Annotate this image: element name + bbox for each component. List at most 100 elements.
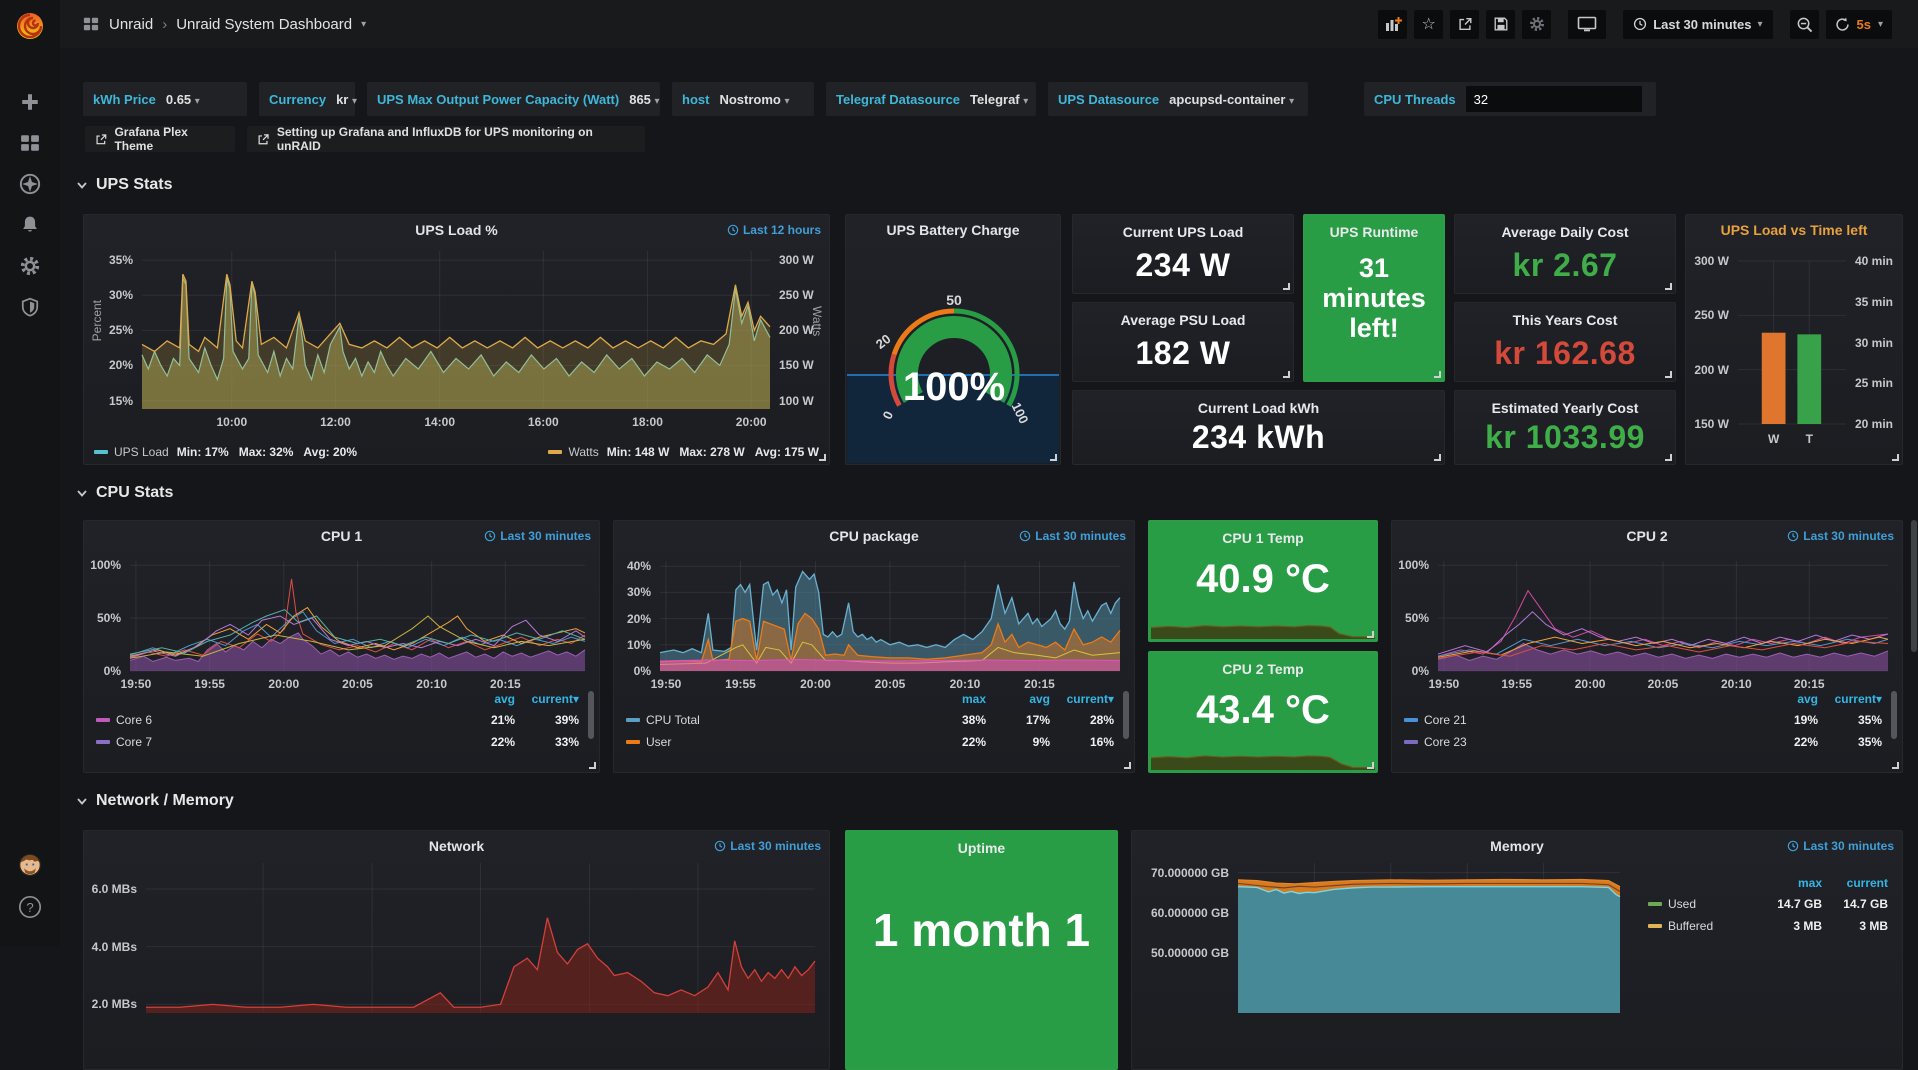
panel-resize-handle[interactable] [1434, 371, 1441, 378]
legend-sort-header[interactable]: current▾ [1050, 692, 1114, 706]
star-dashboard-button[interactable]: ☆ [1414, 10, 1443, 39]
panel-title[interactable]: UPS Load % [84, 222, 829, 238]
legend-scrollbar[interactable] [588, 691, 594, 739]
ups-load-chart[interactable]: 35%30%25%20%15%300 W250 W200 W150 W100 W… [142, 251, 770, 409]
server-admin-shield-icon[interactable] [18, 295, 42, 319]
series-name[interactable]: Core 7 [116, 735, 152, 749]
ups-load-vs-time-chart[interactable]: 300 W250 W200 W150 W40 min35 min30 min25… [1738, 261, 1846, 424]
variable-value-dropdown[interactable]: apcupsd-container ▾ [1169, 92, 1294, 107]
panel-time-override-link[interactable]: Last 12 hours [727, 223, 821, 237]
series-name[interactable]: Core 6 [116, 713, 152, 727]
legend-row[interactable]: Core 2322%35% [1404, 731, 1882, 753]
add-panel-button[interactable] [1378, 10, 1407, 39]
panel-resize-handle[interactable] [1367, 762, 1374, 769]
panel-title[interactable]: Average PSU Load [1073, 312, 1293, 328]
dashboard-caret-icon[interactable]: ▾ [361, 19, 366, 30]
memory-chart[interactable]: 70.000000 GB60.000000 GB50.000000 GB [1238, 863, 1620, 1013]
panel-resize-handle[interactable] [1367, 631, 1374, 638]
time-range-picker[interactable]: Last 30 minutes ▾ [1623, 10, 1772, 39]
series-marker[interactable] [548, 450, 562, 454]
legend-row[interactable]: Core 2119%35% [1404, 709, 1882, 731]
legend-row[interactable]: Buffered3 MB3 MB [1648, 915, 1888, 937]
dashboards-grid-icon[interactable] [18, 131, 42, 155]
panel-resize-handle[interactable] [1665, 371, 1672, 378]
section-cpu-stats[interactable]: CPU Stats [76, 484, 173, 502]
dashboard-grid-icon[interactable] [82, 15, 100, 33]
legend-scrollbar[interactable] [1891, 691, 1897, 739]
panel-time-override-link[interactable]: Last 30 minutes [1787, 529, 1894, 543]
cpu-threads-input[interactable] [1466, 86, 1642, 112]
cycle-view-mode-button[interactable] [1568, 10, 1606, 39]
series-name[interactable]: User [646, 735, 671, 749]
grafana-logo[interactable] [13, 9, 47, 43]
panel-title[interactable]: Uptime [846, 840, 1117, 856]
cpu-package-chart[interactable]: 40%30%20%10%0%19:5019:5520:0020:0520:102… [660, 561, 1120, 671]
panel-title[interactable]: Estimated Yearly Cost [1455, 400, 1675, 416]
panel-time-override-link[interactable]: Last 30 minutes [484, 529, 591, 543]
panel-title[interactable]: UPS Runtime [1304, 224, 1444, 240]
panel-time-override-link[interactable]: Last 30 minutes [1787, 839, 1894, 853]
save-dashboard-button[interactable] [1486, 10, 1515, 39]
legend-sort-header[interactable]: max [922, 692, 986, 706]
battery-gauge[interactable]: 50 20 0 100 100% [846, 215, 1061, 465]
create-plus-icon[interactable] [18, 90, 42, 114]
alerting-bell-icon[interactable] [18, 213, 42, 237]
help-icon[interactable]: ? [18, 895, 42, 919]
panel-title[interactable]: Current Load kWh [1073, 400, 1444, 416]
legend-row[interactable]: CPU Total38%17%28% [626, 709, 1114, 731]
variable-value-dropdown[interactable]: kr ▾ [336, 92, 357, 107]
legend-scrollbar[interactable] [1123, 691, 1129, 739]
panel-resize-handle[interactable] [1283, 371, 1290, 378]
series-label[interactable]: UPS Load [114, 445, 169, 459]
panel-time-override-link[interactable]: Last 30 minutes [1019, 529, 1126, 543]
panel-resize-handle[interactable] [1050, 454, 1057, 461]
user-avatar[interactable] [18, 853, 42, 877]
panel-title[interactable]: This Years Cost [1455, 312, 1675, 328]
network-chart[interactable]: 6.0 MBs4.0 MBs2.0 MBs [146, 863, 815, 1013]
series-name[interactable]: Used [1668, 897, 1696, 911]
variable-value-dropdown[interactable]: 865 ▾ [629, 92, 659, 107]
panel-resize-handle[interactable] [1434, 454, 1441, 461]
legend-row[interactable]: Core 621%39% [96, 709, 579, 731]
series-name[interactable]: Core 23 [1424, 735, 1467, 749]
legend-sort-header[interactable]: avg [451, 692, 515, 706]
cpu1-chart[interactable]: 100%50%0%19:5019:5520:0020:0520:1020:15 [130, 561, 585, 671]
legend-sort-header[interactable]: max [1756, 876, 1822, 890]
cpu2-chart[interactable]: 100%50%0%19:5019:5520:0020:0520:1020:15 [1438, 561, 1888, 671]
legend-sort-header[interactable]: avg [1754, 692, 1818, 706]
panel-title[interactable]: UPS Load vs Time left [1686, 222, 1902, 238]
section-ups-stats[interactable]: UPS Stats [76, 176, 172, 194]
breadcrumb-dashboard-title[interactable]: Unraid System Dashboard [176, 16, 352, 33]
legend-sort-header[interactable]: avg [986, 692, 1050, 706]
legend-sort-header[interactable]: current▾ [515, 692, 579, 706]
panel-resize-handle[interactable] [1892, 762, 1899, 769]
dashboard-link-ups-monitoring[interactable]: Setting up Grafana and InfluxDB for UPS … [247, 126, 645, 152]
panel-resize-handle[interactable] [1892, 454, 1899, 461]
configuration-gear-icon[interactable] [18, 254, 42, 278]
page-scrollbar[interactable] [1911, 520, 1917, 652]
share-dashboard-button[interactable] [1450, 10, 1479, 39]
panel-title[interactable]: Average Daily Cost [1455, 224, 1675, 240]
variable-value-dropdown[interactable]: 0.65 ▾ [166, 92, 200, 107]
series-marker[interactable] [94, 450, 108, 454]
panel-time-override-link[interactable]: Last 30 minutes [714, 839, 821, 853]
series-name[interactable]: Buffered [1668, 919, 1713, 933]
series-label[interactable]: Watts [568, 445, 598, 459]
series-name[interactable]: Core 21 [1424, 713, 1467, 727]
series-name[interactable]: CPU Total [646, 713, 700, 727]
panel-resize-handle[interactable] [1283, 283, 1290, 290]
section-network-memory[interactable]: Network / Memory [76, 792, 234, 810]
zoom-out-button[interactable] [1790, 10, 1819, 39]
legend-row[interactable]: User22%9%16% [626, 731, 1114, 753]
legend-row[interactable]: Core 722%33% [96, 731, 579, 753]
variable-value-dropdown[interactable]: Nostromo ▾ [719, 92, 789, 107]
panel-title[interactable]: Current UPS Load [1073, 224, 1293, 240]
refresh-picker[interactable]: 5s ▾ [1826, 10, 1893, 39]
variable-value-dropdown[interactable]: Telegraf ▾ [970, 92, 1028, 107]
explore-compass-icon[interactable] [18, 172, 42, 196]
dashboard-settings-gear-button[interactable] [1522, 10, 1551, 39]
panel-title[interactable]: CPU 1 Temp [1149, 530, 1377, 546]
legend-sort-header[interactable]: current [1822, 876, 1888, 890]
legend-sort-header[interactable]: current▾ [1818, 692, 1882, 706]
panel-resize-handle[interactable] [819, 454, 826, 461]
